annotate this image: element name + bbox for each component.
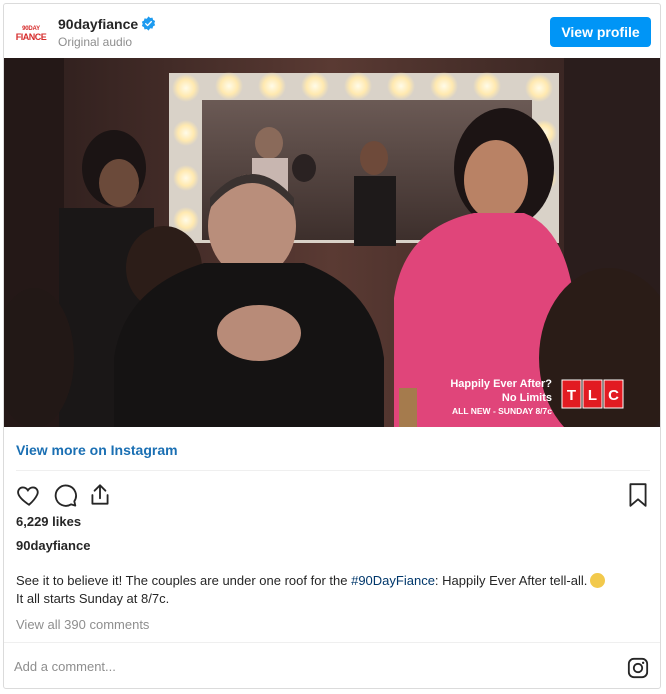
tlc-logo: T L C	[561, 379, 624, 409]
heart-icon[interactable]	[16, 482, 42, 508]
overlay-line3: ALL NEW - SUNDAY 8/7c	[452, 406, 552, 416]
share-icon[interactable]	[87, 482, 113, 508]
caption-username[interactable]: 90dayfiance	[16, 538, 90, 553]
svg-text:C: C	[608, 387, 619, 404]
action-bar	[4, 477, 660, 511]
audio-subtitle[interactable]: Original audio	[58, 35, 132, 49]
overlay-line1: Happily Ever After?	[450, 378, 552, 390]
add-comment-input[interactable]	[14, 659, 514, 674]
avatar[interactable]: 90DAY FIANCE	[15, 18, 47, 50]
caption-line2: It all starts Sunday at 8/7c.	[16, 591, 170, 606]
view-profile-button[interactable]: View profile	[550, 17, 651, 47]
caption-text-cont: : Happily Ever After tell-all.	[434, 573, 588, 588]
overlay-line2: No Limits	[502, 392, 552, 404]
view-more-on-instagram-link[interactable]: View more on Instagram	[16, 442, 178, 458]
bookmark-icon[interactable]	[625, 482, 651, 508]
verified-badge-icon	[141, 16, 156, 31]
username[interactable]: 90dayfiance	[58, 16, 138, 32]
svg-text:L: L	[588, 387, 597, 404]
avatar-text-line2: FIANCE	[15, 32, 47, 42]
post-media[interactable]: Happily Ever After? No Limits ALL NEW - …	[4, 58, 660, 427]
post-caption: See it to believe it! The couples are un…	[16, 572, 656, 608]
svg-text:T: T	[567, 387, 576, 404]
media-image: Happily Ever After? No Limits ALL NEW - …	[4, 58, 660, 427]
caption-text: See it to believe it! The couples are un…	[16, 573, 352, 588]
comment-icon[interactable]	[52, 482, 78, 508]
divider	[16, 470, 650, 471]
comment-footer	[4, 642, 660, 688]
likes-count[interactable]: 6,229 likes	[16, 514, 81, 529]
view-all-comments-link[interactable]: View all 390 comments	[16, 617, 149, 632]
instagram-icon[interactable]	[627, 657, 649, 679]
instagram-embed-card: 90DAY FIANCE 90dayfiance Original audio …	[3, 3, 661, 689]
shocked-face-emoji-icon	[590, 573, 606, 588]
post-header: 90DAY FIANCE 90dayfiance Original audio …	[4, 4, 660, 58]
hashtag-link[interactable]: #90DayFiance	[351, 573, 435, 588]
